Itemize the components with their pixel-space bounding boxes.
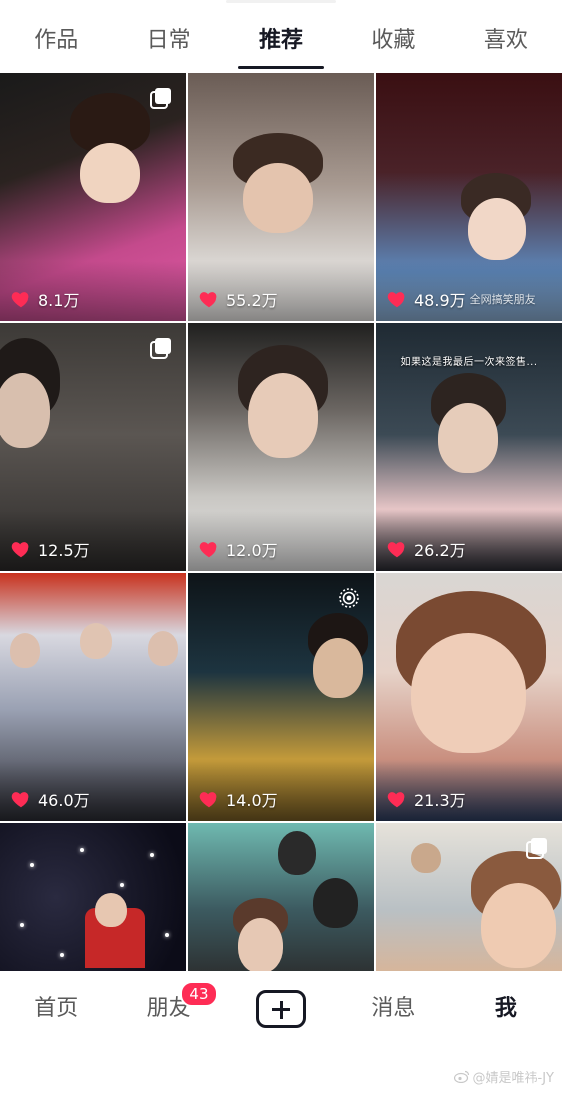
- thumbnail-art: [95, 893, 127, 927]
- thumbnail-art: [10, 633, 40, 668]
- weibo-logo-icon: [453, 1070, 469, 1083]
- video-thumbnail[interactable]: 如果这是我最后一次来签售... 26.2万: [376, 323, 562, 571]
- nav-messages[interactable]: 消息: [337, 987, 449, 1031]
- thumbnail-art: [148, 631, 178, 666]
- like-count: 48.9万 全网搞笑朋友: [386, 287, 536, 311]
- thumbnail-art: [313, 638, 363, 698]
- video-thumbnail[interactable]: 48.9万 全网搞笑朋友: [376, 73, 562, 321]
- like-count-text: 8.1万: [38, 291, 80, 310]
- like-count-text: 26.2万: [414, 541, 466, 560]
- bottom-nav: 首页 朋友 43 消息 我: [0, 981, 562, 1031]
- bottom-bar: 首页 朋友 43 消息 我 @婧是唯祎-JY: [0, 971, 562, 1096]
- heart-icon: [199, 542, 217, 558]
- heart-icon: [11, 792, 29, 808]
- thumbnail-art: [80, 143, 140, 203]
- video-thumbnail[interactable]: 12.5万: [0, 323, 186, 571]
- thumbnail-art: [238, 918, 283, 971]
- thumbnail-art: [243, 163, 313, 233]
- tab-favorites[interactable]: 收藏: [337, 14, 449, 70]
- multi-image-icon: [150, 338, 171, 359]
- video-thumbnail[interactable]: [0, 823, 186, 971]
- video-thumbnail[interactable]: [376, 823, 562, 971]
- profile-tabs: 作品 日常 推荐 收藏 喜欢: [0, 14, 562, 70]
- heart-icon: [199, 792, 217, 808]
- thumbnail-art: [278, 831, 316, 875]
- watermark: @婧是唯祎-JY: [453, 1067, 554, 1086]
- thumbnail-art: [313, 878, 358, 928]
- heart-icon: [387, 292, 405, 308]
- like-count: 12.5万: [10, 537, 90, 561]
- like-count-text: 21.3万: [414, 791, 466, 810]
- thumbnail-art: [80, 623, 112, 659]
- tab-works[interactable]: 作品: [0, 14, 112, 70]
- like-count: 12.0万: [198, 537, 278, 561]
- thumbnail-art: [481, 883, 556, 968]
- like-count: 26.2万: [386, 537, 466, 561]
- nav-me[interactable]: 我: [450, 987, 562, 1031]
- thumbnail-art: [468, 198, 526, 260]
- like-count-text: 46.0万: [38, 791, 90, 810]
- status-bar-indicator: [226, 0, 336, 3]
- watermark-text: @婧是唯祎-JY: [472, 1071, 554, 1086]
- tab-recommended[interactable]: 推荐: [225, 14, 337, 70]
- nav-messages-label: 消息: [371, 996, 416, 1021]
- video-thumbnail[interactable]: 8.1万: [0, 73, 186, 321]
- thumbnail-art: [0, 373, 50, 448]
- multi-image-icon: [526, 838, 547, 859]
- multi-image-icon: [150, 88, 171, 109]
- like-count-text: 48.9万: [414, 291, 466, 310]
- nav-home[interactable]: 首页: [0, 987, 112, 1031]
- nav-home-label: 首页: [34, 996, 79, 1021]
- thumbnail-art: [438, 403, 498, 473]
- like-count: 21.3万: [386, 787, 466, 811]
- video-thumbnail[interactable]: [188, 823, 374, 971]
- like-count-text: 12.0万: [226, 541, 278, 560]
- live-photo-icon: [339, 588, 359, 608]
- video-thumbnail[interactable]: 55.2万: [188, 73, 374, 321]
- video-thumbnail[interactable]: 21.3万: [376, 573, 562, 821]
- tab-daily[interactable]: 日常: [112, 14, 224, 70]
- video-thumbnail[interactable]: 14.0万: [188, 573, 374, 821]
- tab-likes[interactable]: 喜欢: [450, 14, 562, 70]
- heart-icon: [11, 542, 29, 558]
- heart-icon: [387, 542, 405, 558]
- video-caption: 如果这是我最后一次来签售...: [400, 357, 538, 368]
- video-thumbnail[interactable]: 46.0万: [0, 573, 186, 821]
- video-tag: 全网搞笑朋友: [469, 293, 536, 306]
- heart-icon: [199, 292, 217, 308]
- like-count: 14.0万: [198, 787, 278, 811]
- like-count-text: 14.0万: [226, 791, 278, 810]
- like-count-text: 55.2万: [226, 291, 278, 310]
- heart-icon: [387, 792, 405, 808]
- notification-badge: 43: [180, 981, 218, 1007]
- like-count: 55.2万: [198, 287, 278, 311]
- thumbnail-art: [411, 633, 526, 753]
- create-button[interactable]: [225, 987, 337, 1031]
- like-count: 46.0万: [10, 787, 90, 811]
- nav-me-label: 我: [494, 996, 517, 1021]
- heart-icon: [11, 292, 29, 308]
- nav-friends[interactable]: 朋友 43: [112, 981, 224, 1031]
- thumbnail-art: [248, 373, 318, 458]
- thumbnail-art: [411, 843, 441, 873]
- like-count-text: 12.5万: [38, 541, 90, 560]
- video-thumbnail[interactable]: 12.0万: [188, 323, 374, 571]
- plus-icon: [256, 990, 307, 1028]
- video-grid: 8.1万 55.2万 48.9万 全网搞笑朋友 12.5万 12.0万 如果这是…: [0, 73, 562, 971]
- like-count: 8.1万: [10, 287, 79, 311]
